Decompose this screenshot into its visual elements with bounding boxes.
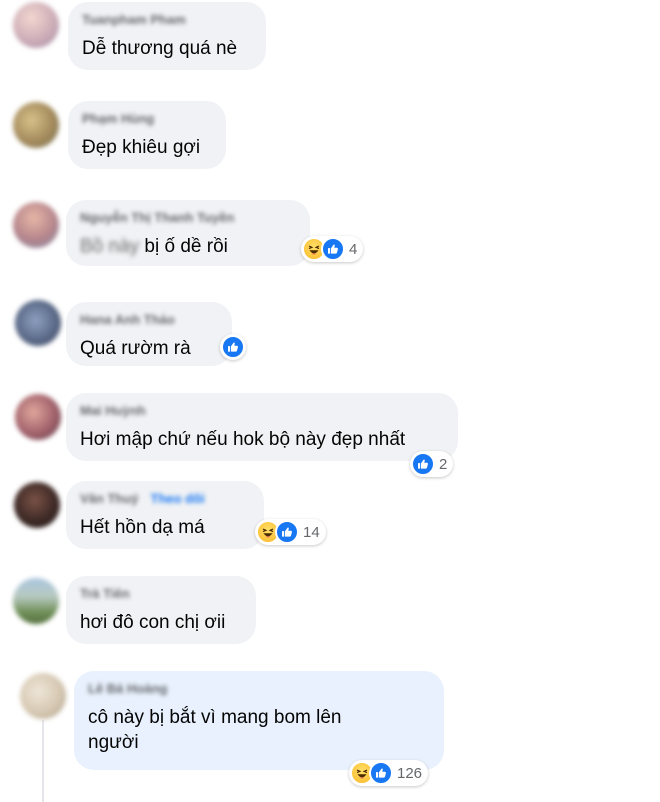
comment-text: Dễ thương quá nè [82,38,238,59]
comment-text: người [88,732,139,753]
reaction-count: 126 [397,764,423,782]
avatar[interactable] [15,300,61,346]
comment-author: Văn Thuý Theo dõi [80,491,205,506]
comment-author[interactable]: Lê Bá Hoàng [88,681,428,696]
reaction-summary[interactable]: 2 [410,451,454,477]
thread-line [42,720,44,802]
comment-author[interactable]: Mai Huỳnh [80,403,442,418]
comment-text-blurred: Bồ này [80,236,140,257]
comment-text: Hơi mập chứ nếu hok bộ này đẹp nhất [80,429,406,450]
reaction-summary[interactable]: 4 [301,236,364,262]
comment-author[interactable]: Tuanpham Pham [82,12,250,27]
reaction-summary[interactable]: 14 [255,519,326,545]
comment-bubble: Lê Bá Hoàng cô này bị bắt vì mang bom lê… [74,671,444,770]
reaction-count: 4 [349,240,358,258]
like-icon [275,520,299,544]
comment-bubble: Hana Anh Thảo Quá rườm rà [66,302,232,366]
comment-author[interactable]: Nguyễn Thị Thanh Tuyền [80,210,294,225]
comment-text: hơi đô con chị ơii [80,612,226,633]
avatar[interactable] [13,102,59,148]
comment-author[interactable]: Trà Tiên [80,586,240,601]
avatar[interactable] [15,394,61,440]
like-icon [221,335,245,359]
comment-text: Hết hồn dạ má [80,517,205,538]
comment-bubble: Tuanpham Pham Dễ thương quá nè [68,2,266,70]
reaction-count: 2 [439,455,448,473]
comment-bubble: Mai Huỳnh Hơi mập chứ nếu hok bộ này đẹp… [66,393,458,461]
avatar[interactable] [20,673,66,719]
comment-bubble: Phạm Hùng Đẹp khiêu gợi [68,101,226,169]
comment-bubble: Trà Tiên hơi đô con chị ơii [66,576,256,644]
like-icon [321,237,345,261]
comment-bubble: Văn Thuý Theo dõi Hết hồn dạ má [66,481,264,549]
comment-author[interactable]: Hana Anh Thảo [80,312,216,327]
reaction-summary[interactable]: 126 [349,760,429,786]
comment-text: cô này bị bắt vì mang bom lên [88,707,342,728]
avatar[interactable] [13,578,59,624]
avatar[interactable] [13,202,59,248]
avatar[interactable] [14,482,60,528]
comment-text: Quá rườm rà [80,338,191,359]
comment-text: bị ố dề rồi [139,236,228,257]
like-icon [411,452,435,476]
reaction-count: 14 [303,523,320,541]
like-icon [369,761,393,785]
comment-bubble: Nguyễn Thị Thanh Tuyền Bồ này bị ố dề rồ… [66,200,310,266]
avatar[interactable] [13,2,59,48]
follow-link[interactable]: Theo dõi [151,491,205,506]
comment-text: Đẹp khiêu gợi [82,137,201,158]
reaction-summary[interactable] [220,334,246,360]
comment-author[interactable]: Phạm Hùng [82,111,210,126]
